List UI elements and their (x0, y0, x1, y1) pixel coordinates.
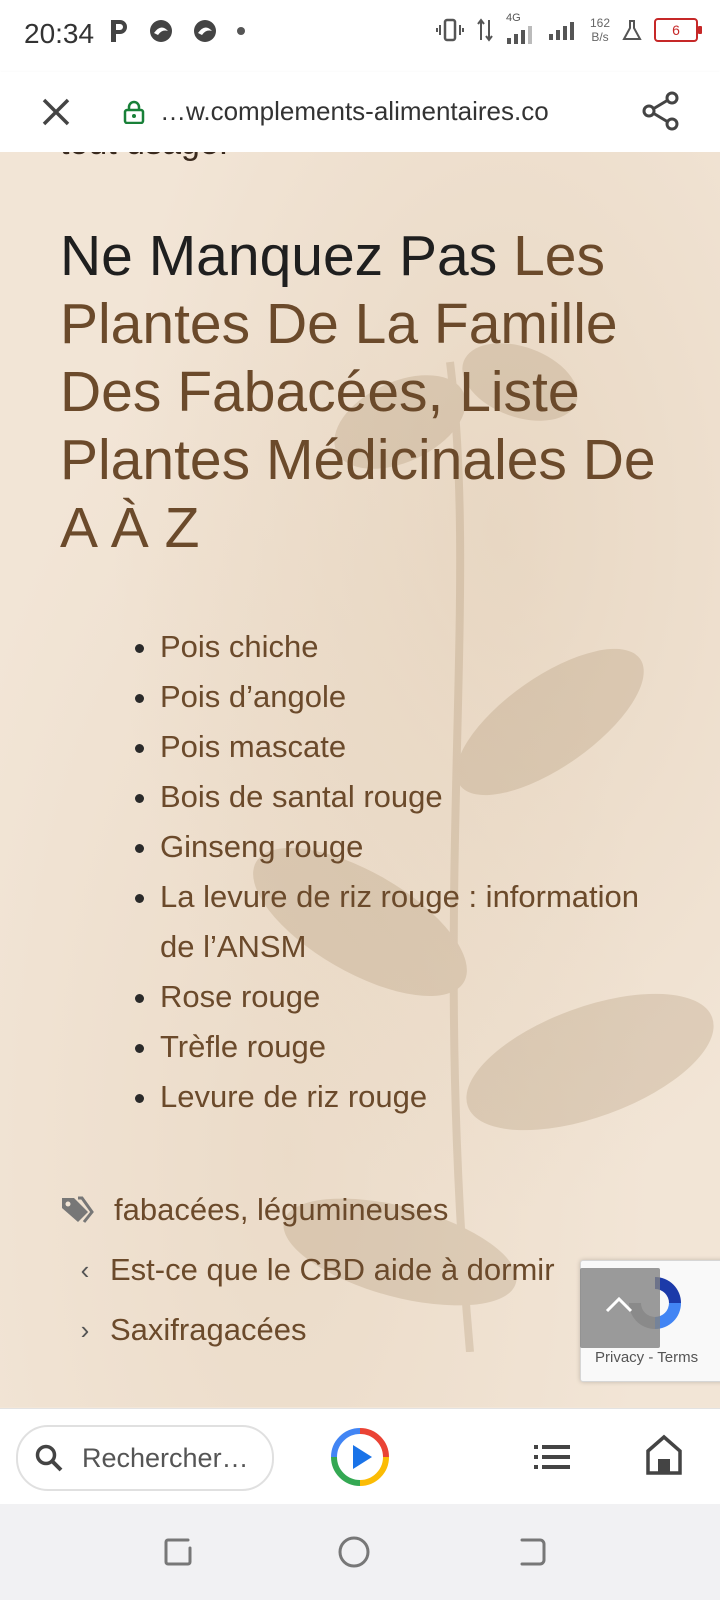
browser-bottom-bar: Rechercher… (0, 1408, 720, 1505)
list-item[interactable]: Pois d’angole (160, 672, 680, 722)
more-notifications-dot-icon (237, 27, 245, 35)
chevron-up-icon (605, 1296, 633, 1313)
search-icon (35, 1444, 63, 1472)
list-icon[interactable] (532, 1437, 572, 1477)
list-item[interactable]: Pois chiche (160, 622, 680, 672)
url-text[interactable]: …w.complements-alimentaires.co (160, 96, 549, 127)
truncated-paragraph-line: tout usage. (60, 152, 228, 163)
next-post-link[interactable]: › Saxifragacées (60, 1312, 307, 1348)
list-item[interactable]: Rose rouge (160, 972, 680, 1022)
signal-strength-icon (506, 26, 532, 44)
tags-icon (62, 1196, 94, 1223)
plant-list: Pois chiche Pois d’angole Pois mascate B… (120, 622, 680, 1122)
scroll-to-top-button[interactable] (580, 1268, 660, 1348)
notification-icons (108, 18, 246, 44)
eagle-app-icon-2 (194, 20, 216, 42)
chevron-right-icon: › (80, 1314, 90, 1345)
tags-links[interactable]: fabacées, légumineuses (114, 1192, 448, 1228)
data-transfer-icon (477, 18, 493, 42)
vibrate-icon (435, 18, 464, 42)
recaptcha-links: Privacy - Terms (595, 1349, 698, 1366)
search-bar[interactable]: Rechercher… (16, 1425, 274, 1491)
system-navigation-bar (0, 1504, 720, 1600)
post-tags: fabacées, légumineuses (60, 1192, 448, 1228)
recents-icon[interactable] (160, 1534, 196, 1570)
related-heading: Ne Manquez Pas Les Plantes De La Famille… (60, 222, 660, 562)
battery-indicator: 6 (654, 18, 702, 42)
home-circle-icon[interactable] (336, 1534, 372, 1570)
net-speed-value: 162 (589, 16, 610, 30)
list-item[interactable]: Pois mascate (160, 722, 680, 772)
previous-post-title[interactable]: Est-ce que le CBD aide à dormir (110, 1252, 555, 1288)
back-icon[interactable] (514, 1534, 550, 1570)
search-placeholder: Rechercher… (82, 1443, 249, 1473)
lock-icon (123, 100, 145, 124)
status-time: 20:34 (24, 18, 95, 49)
status-bar: 20:34 4G 162 B/s 6 (0, 0, 720, 72)
browser-url-bar: …w.complements-alimentaires.co (0, 72, 720, 152)
battery-level: 6 (672, 22, 680, 38)
google-play-icon[interactable] (330, 1427, 390, 1487)
list-item[interactable]: Ginseng rouge (160, 822, 680, 872)
previous-post-link[interactable]: ‹ Est-ce que le CBD aide à dormir (60, 1252, 555, 1288)
list-item[interactable]: Trèfle rouge (160, 1022, 680, 1072)
terms-link[interactable]: Terms (657, 1349, 698, 1366)
list-item[interactable]: Levure de riz rouge (160, 1072, 680, 1122)
share-icon[interactable] (640, 90, 682, 132)
recaptcha-separator: - (648, 1349, 654, 1366)
page-content: tout usage. Ne Manquez Pas Les Plantes D… (0, 152, 720, 1407)
chevron-left-icon: ‹ (80, 1254, 90, 1285)
privacy-link[interactable]: Privacy (595, 1349, 644, 1366)
status-right-icons: 4G 162 B/s 6 (435, 12, 702, 44)
heading-prefix: Ne Manquez Pas (60, 224, 514, 288)
lab-flask-icon (622, 20, 642, 40)
net-speed: 162 B/s (590, 16, 610, 44)
close-icon[interactable] (38, 94, 74, 130)
next-post-title[interactable]: Saxifragacées (110, 1312, 306, 1348)
eagle-app-icon (150, 20, 172, 42)
list-item[interactable]: Bois de santal rouge (160, 772, 680, 822)
signal-strength-icon-2 (548, 22, 574, 40)
parking-app-icon (111, 20, 127, 42)
net-speed-unit: B/s (591, 30, 609, 44)
home-icon[interactable] (645, 1433, 683, 1477)
list-item[interactable]: La levure de riz rouge : information de … (160, 872, 680, 972)
